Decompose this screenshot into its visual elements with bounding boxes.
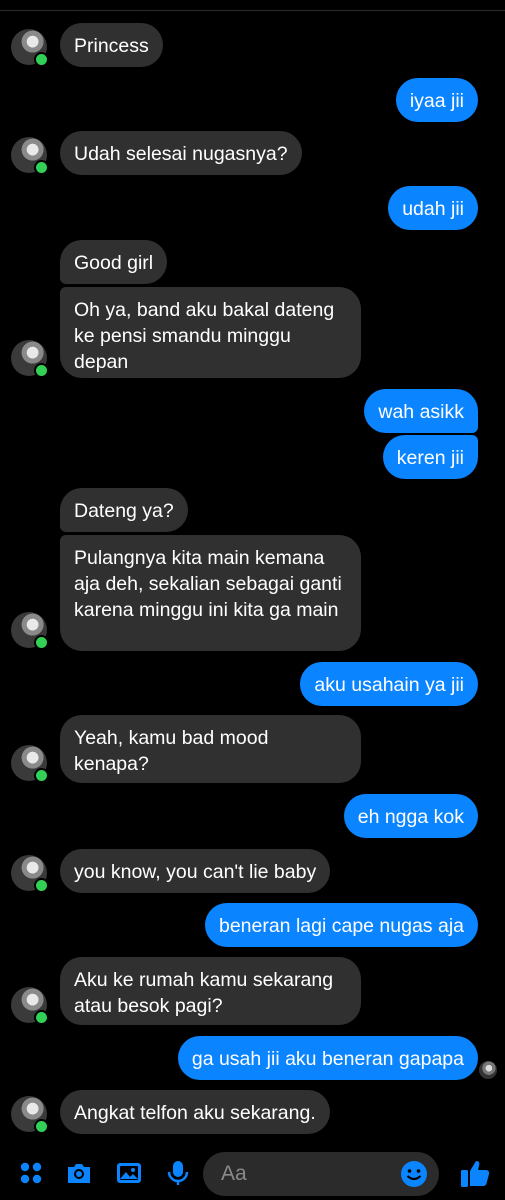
contact-avatar[interactable] (11, 29, 49, 67)
incoming-message[interactable]: Aku ke rumah kamu sekarang atau besok pa… (60, 957, 361, 1025)
outgoing-message[interactable]: udah jii (388, 186, 478, 230)
outgoing-message[interactable]: iyaa jii (395, 78, 478, 122)
message-input-placeholder: Aa (221, 1162, 247, 1185)
message-input[interactable]: Aa (203, 1152, 439, 1196)
contact-avatar[interactable] (11, 340, 49, 378)
contact-avatar[interactable] (11, 1096, 49, 1134)
top-divider (0, 0, 505, 11)
contact-avatar[interactable] (11, 987, 49, 1025)
outgoing-message[interactable]: aku usahain ya jii (300, 662, 478, 706)
contact-avatar[interactable] (11, 745, 49, 783)
contact-avatar[interactable] (11, 137, 49, 175)
online-indicator (34, 635, 49, 650)
incoming-message[interactable]: Yeah, kamu bad mood kenapa? (60, 715, 361, 783)
online-indicator (34, 160, 49, 175)
composer-bar: Aa (0, 1144, 505, 1200)
online-indicator (34, 1010, 49, 1025)
incoming-message[interactable]: Princess (60, 23, 163, 67)
gallery-icon[interactable] (114, 1158, 144, 1188)
online-indicator (34, 1119, 49, 1134)
incoming-message[interactable]: Dateng ya? (60, 488, 188, 532)
mic-icon[interactable] (163, 1158, 193, 1188)
online-indicator (34, 768, 49, 783)
seen-avatar (479, 1061, 497, 1079)
outgoing-message[interactable]: ga usah jii aku beneran gapapa (177, 1036, 478, 1080)
incoming-message[interactable]: Angkat telfon aku sekarang. (60, 1090, 330, 1134)
incoming-message[interactable]: Good girl (60, 240, 168, 284)
outgoing-message[interactable]: eh ngga kok (343, 794, 478, 838)
emoji-icon[interactable] (399, 1159, 429, 1189)
online-indicator (34, 878, 49, 893)
apps-icon[interactable] (16, 1158, 46, 1188)
online-indicator (34, 363, 49, 378)
outgoing-message[interactable]: keren jii (382, 435, 478, 479)
incoming-message[interactable]: you know, you can't lie baby (60, 849, 331, 893)
incoming-message[interactable]: Pulangnya kita main kemana aja deh, seka… (60, 535, 361, 651)
online-indicator (34, 52, 49, 67)
outgoing-message[interactable]: beneran lagi cape nugas aja (204, 903, 478, 947)
like-icon[interactable] (458, 1156, 492, 1190)
outgoing-message[interactable]: wah asikk (364, 389, 478, 433)
incoming-message[interactable]: Oh ya, band aku bakal dateng ke pensi sm… (60, 287, 361, 378)
camera-icon[interactable] (64, 1158, 94, 1188)
contact-avatar[interactable] (11, 612, 49, 650)
incoming-message[interactable]: Udah selesai nugasnya? (60, 131, 302, 175)
contact-avatar[interactable] (11, 855, 49, 893)
